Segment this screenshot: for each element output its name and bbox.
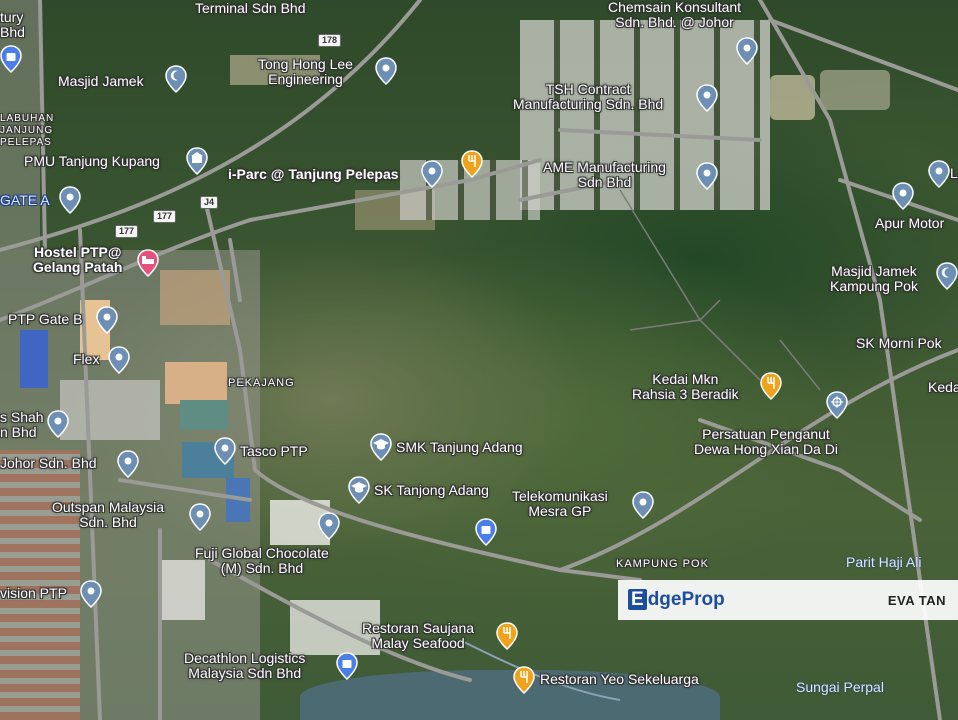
- restaurant-pin-icon[interactable]: [461, 150, 483, 178]
- gate-pin-icon[interactable]: [59, 186, 81, 214]
- map-pin-icon[interactable]: [892, 182, 914, 210]
- place-label-johor-sdn-bhd[interactable]: Johor Sdn. Bhd: [0, 456, 97, 471]
- area-label-labuhan: LABUHAN JANJUNG PELEPAS: [0, 113, 55, 148]
- place-label-restoran-yeo[interactable]: Restoran Yeo Sekeluarga: [540, 672, 699, 687]
- map-pin-icon[interactable]: [96, 306, 118, 334]
- gate-label-a[interactable]: GATE A: [0, 193, 50, 208]
- map-pin-icon[interactable]: [375, 57, 397, 85]
- place-label-sk-morni-pok[interactable]: SK Morni Pok: [856, 336, 942, 351]
- place-label-keda[interactable]: Keda: [928, 380, 958, 395]
- school-pin-icon[interactable]: [348, 476, 370, 504]
- place-label-tsh[interactable]: TSH Contract Manufacturing Sdn. Bhd: [513, 82, 663, 112]
- water-label-parit-haji-ali: Parit Haji Ali: [846, 554, 922, 570]
- edgeprop-banner: EdgeProp EVA TAN: [618, 580, 958, 620]
- map-pin-icon[interactable]: [214, 437, 236, 465]
- shopping-pin-icon[interactable]: [336, 652, 358, 680]
- place-label-masjid-jamek[interactable]: Masjid Jamek: [58, 74, 144, 89]
- place-label-sk-tanjong-adang[interactable]: SK Tanjong Adang: [374, 483, 489, 498]
- place-label-i-parc[interactable]: i-Parc @ Tanjung Pelepas: [228, 167, 399, 182]
- area-label-kampung-pok: KAMPUNG POK: [616, 558, 709, 570]
- lodging-pin-icon[interactable]: [137, 249, 159, 277]
- place-label-vision-ptp[interactable]: vision PTP: [0, 586, 67, 601]
- place-label-s-shah[interactable]: s Shah n Bhd: [0, 410, 44, 440]
- edgeprop-logo-mark: E: [628, 589, 647, 610]
- place-label-restoran-saujana[interactable]: Restoran Saujana Malay Seafood: [362, 621, 474, 651]
- map-pin-icon[interactable]: [696, 84, 718, 112]
- mosque-pin-icon[interactable]: [936, 262, 958, 290]
- map-pin-icon[interactable]: [47, 410, 69, 438]
- map-pin-icon[interactable]: [117, 450, 139, 478]
- temple-pin-icon[interactable]: [826, 391, 848, 419]
- place-label-tong-hong-lee[interactable]: Tong Hong Lee Engineering: [258, 57, 353, 87]
- place-label-kedai-mkn[interactable]: Kedai Mkn Rahsia 3 Beradik: [632, 372, 739, 402]
- place-label-chemsain[interactable]: Chemsain Konsultant Sdn. Bhd. @ Johor: [608, 0, 741, 30]
- place-label-pmu-tanjung-kupang[interactable]: PMU Tanjung Kupang: [24, 154, 160, 169]
- map-pin-icon[interactable]: [80, 580, 102, 608]
- restaurant-pin-icon[interactable]: [513, 666, 535, 694]
- government-pin-icon[interactable]: [186, 147, 208, 175]
- restaurant-pin-icon[interactable]: [760, 372, 782, 400]
- water-label-sungai-perpal: Sungai Perpal: [796, 679, 884, 695]
- place-label-smk-tanjung-adang[interactable]: SMK Tanjung Adang: [396, 440, 523, 455]
- place-label-tasco-ptp[interactable]: Tasco PTP: [240, 444, 308, 459]
- restaurant-pin-icon[interactable]: [496, 622, 518, 650]
- map-pin-icon[interactable]: [928, 160, 950, 188]
- place-label-persatuan[interactable]: Persatuan Penganut Dewa Hong Xian Da Di: [694, 427, 838, 457]
- road-shield: 178: [318, 34, 342, 47]
- area-label-pekajang: PEKAJANG: [228, 377, 295, 389]
- school-pin-icon[interactable]: [370, 433, 392, 461]
- place-label-telekomunikasi[interactable]: Telekomunikasi Mesra GP: [512, 489, 608, 519]
- place-label-ptp-gate-b[interactable]: PTP Gate B: [8, 312, 82, 327]
- mosque-pin-icon[interactable]: [165, 65, 187, 93]
- map-pin-icon[interactable]: [736, 37, 758, 65]
- road-shield: 177: [115, 225, 139, 238]
- place-label-ame[interactable]: AME Manufacturing Sdn Bhd: [543, 160, 666, 190]
- road-shield: J4: [200, 196, 219, 209]
- map-pin-icon[interactable]: [189, 503, 211, 531]
- place-label-terminal[interactable]: Terminal Sdn Bhd: [195, 1, 306, 16]
- place-label-tury: tury Bhd: [0, 9, 25, 40]
- place-label-flex[interactable]: Flex: [73, 352, 99, 367]
- road-shield: 177: [153, 210, 177, 223]
- place-label-masjid-kampung-pok[interactable]: Masjid Jamek Kampung Pok: [830, 264, 918, 294]
- place-label-apur-motor[interactable]: Apur Motor: [875, 216, 944, 231]
- place-label-hostel-ptp[interactable]: Hostel PTP@ Gelang Patah: [33, 245, 122, 275]
- edgeprop-logo: EdgeProp: [628, 589, 725, 611]
- map-pin-icon[interactable]: [108, 346, 130, 374]
- map-pin-icon[interactable]: [421, 160, 443, 188]
- place-label-decathlon[interactable]: Decathlon Logistics Malaysia Sdn Bhd: [184, 651, 305, 681]
- map-canvas[interactable]: 178 177 J4 177 Terminal Sdn Bhd Chemsain…: [0, 0, 958, 720]
- map-pin-icon[interactable]: [632, 491, 654, 519]
- agent-name: EVA TAN: [887, 593, 946, 608]
- map-pin-icon[interactable]: [696, 162, 718, 190]
- place-label-outspan[interactable]: Outspan Malaysia Sdn. Bhd: [52, 500, 164, 530]
- edgeprop-logo-text: dgeProp: [647, 589, 725, 610]
- shopping-pin-icon[interactable]: [0, 45, 22, 73]
- map-pin-icon[interactable]: [318, 512, 340, 540]
- place-label-l[interactable]: L: [950, 166, 958, 181]
- place-label-fuji-global[interactable]: Fuji Global Chocolate (M) Sdn. Bhd: [195, 546, 329, 576]
- shopping-pin-icon[interactable]: [475, 518, 497, 546]
